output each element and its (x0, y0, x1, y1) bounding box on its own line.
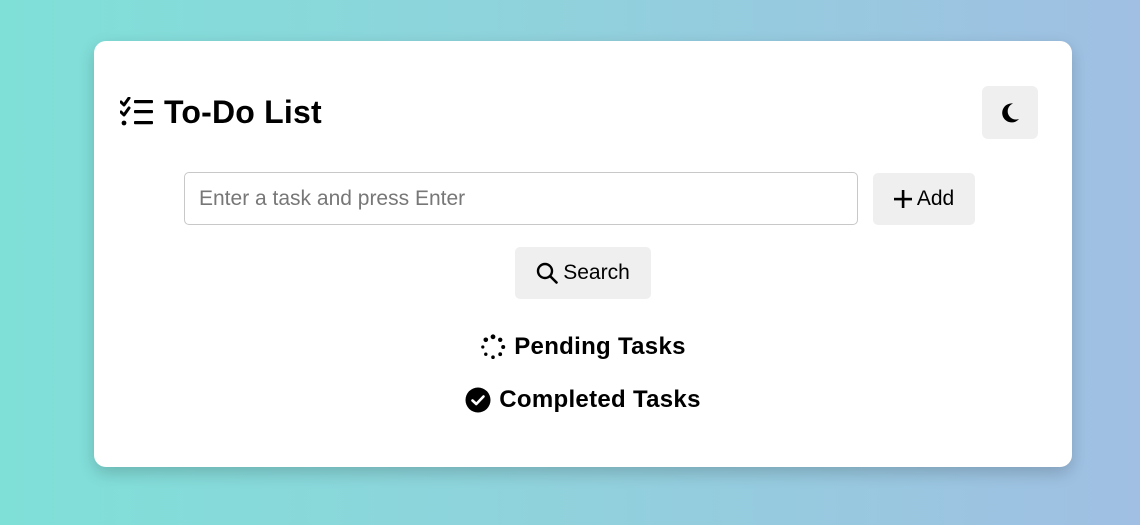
magnifier-icon (537, 262, 559, 284)
completed-tasks-heading: Completed Tasks (94, 384, 1072, 416)
theme-toggle-button[interactable] (982, 86, 1038, 139)
todo-card: To-Do List Add Search Pen (94, 41, 1072, 467)
app-header: To-Do List (120, 91, 322, 133)
spinner-icon (481, 334, 506, 359)
moon-icon (1002, 102, 1019, 122)
add-task-button[interactable]: Add (873, 173, 975, 225)
completed-tasks-label: Completed Tasks (499, 386, 701, 413)
page-title: To-Do List (164, 93, 322, 130)
list-check-icon (120, 97, 153, 126)
search-button[interactable]: Search (515, 247, 651, 299)
pending-tasks-heading: Pending Tasks (94, 331, 1072, 363)
search-button-label: Search (563, 261, 630, 284)
pending-tasks-label: Pending Tasks (514, 333, 686, 360)
task-input[interactable] (184, 172, 858, 225)
plus-icon (893, 190, 912, 208)
check-circle-icon (465, 387, 491, 413)
add-button-label: Add (916, 187, 955, 210)
